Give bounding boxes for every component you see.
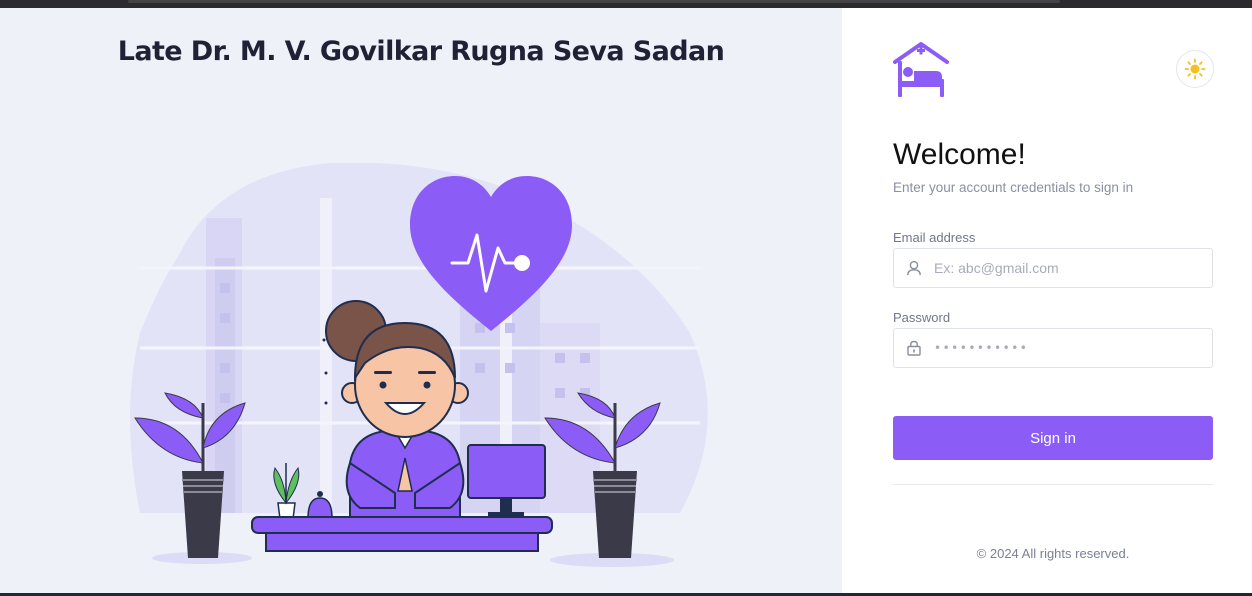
theme-toggle-button[interactable] xyxy=(1176,50,1214,88)
hospital-title: Late Dr. M. V. Govilkar Rugna Seva Sadan xyxy=(117,36,725,67)
signin-subtitle: Enter your account credentials to sign i… xyxy=(893,180,1134,195)
password-field[interactable]: ••••••••••• xyxy=(893,328,1213,368)
login-panel: Welcome! Enter your account credentials … xyxy=(842,8,1252,593)
hospital-bed-icon xyxy=(893,42,949,97)
browser-top-bar xyxy=(0,0,1252,8)
hero-panel: Late Dr. M. V. Govilkar Rugna Seva Sadan xyxy=(0,8,842,593)
email-label: Email address xyxy=(893,230,976,245)
receptionist-illustration xyxy=(130,163,708,567)
lock-icon xyxy=(894,340,934,356)
password-input[interactable]: ••••••••••• xyxy=(934,341,1212,355)
user-icon xyxy=(894,260,934,276)
sun-icon xyxy=(1184,58,1206,80)
email-input[interactable] xyxy=(934,260,1212,276)
email-field[interactable] xyxy=(893,248,1213,288)
divider xyxy=(893,484,1213,485)
copyright-footer: © 2024 All rights reserved. xyxy=(976,546,1130,561)
sign-in-button[interactable]: Sign in xyxy=(893,416,1213,460)
welcome-heading: Welcome! xyxy=(893,138,1026,171)
password-label: Password xyxy=(893,310,951,325)
